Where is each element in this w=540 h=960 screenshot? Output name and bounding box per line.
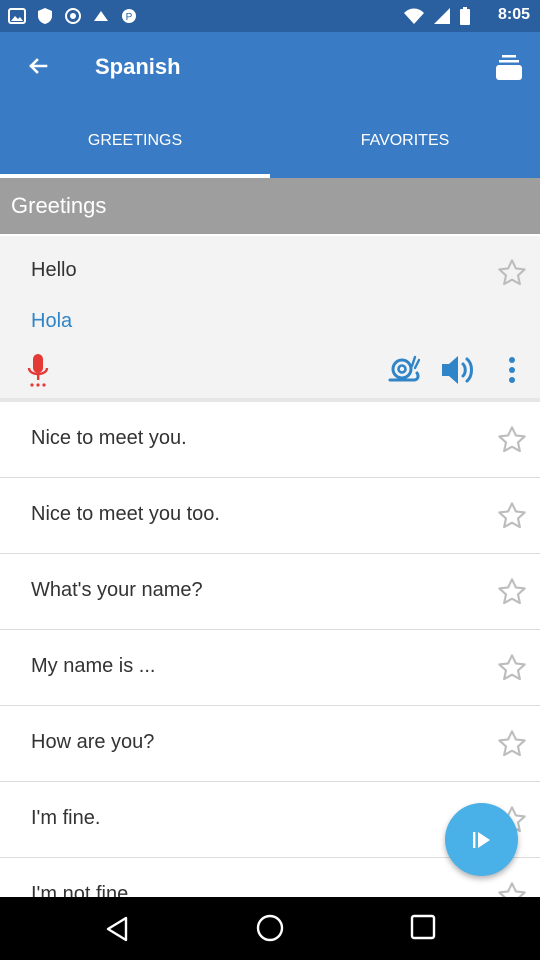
translation-text: Hola	[31, 310, 73, 332]
star-outline-icon[interactable]	[496, 424, 528, 456]
phrase-text: Hello	[31, 259, 77, 281]
snail-icon[interactable]	[388, 354, 420, 384]
svg-text:P: P	[126, 12, 133, 23]
star-outline-icon[interactable]	[496, 728, 528, 760]
page-title: Spanish	[95, 54, 181, 79]
clock: 8:05	[497, 6, 530, 23]
cell-signal-icon	[434, 8, 450, 24]
tab-greetings[interactable]: GREETINGS	[0, 128, 270, 178]
location-notification-icon: P	[122, 9, 136, 23]
microphone-icon[interactable]	[26, 354, 50, 388]
image-notification-icon	[8, 8, 26, 24]
star-outline-icon[interactable]	[496, 257, 528, 289]
list-item[interactable]: How are you?	[0, 706, 540, 782]
signal-notification-icon	[94, 11, 108, 21]
list-item[interactable]: My name is ...	[0, 630, 540, 706]
star-outline-icon[interactable]	[496, 500, 528, 532]
list-item[interactable]: Nice to meet you.	[0, 402, 540, 478]
shield-notification-icon	[38, 8, 52, 24]
system-nav-bar	[0, 897, 540, 960]
expanded-phrase-card[interactable]: Hello Hola	[0, 236, 540, 398]
tab-bar: GREETINGS FAVORITES	[0, 128, 540, 178]
nav-home-icon[interactable]	[255, 913, 285, 943]
speaker-icon[interactable]	[440, 352, 478, 388]
play-all-button[interactable]	[445, 803, 518, 876]
phrase-text: Nice to meet you.	[31, 427, 187, 449]
star-outline-icon[interactable]	[496, 652, 528, 684]
notification-icons: P	[8, 7, 138, 25]
system-icons	[404, 7, 470, 25]
more-vertical-icon[interactable]	[505, 356, 519, 384]
nav-recent-apps-icon[interactable]	[410, 914, 436, 940]
list-item[interactable]: What's your name?	[0, 554, 540, 630]
battery-icon	[460, 7, 470, 25]
app-bar: Spanish GREETINGS FAVORITES	[0, 32, 540, 178]
phrase-text: My name is ...	[31, 655, 156, 677]
list-item[interactable]: Nice to meet you too.	[0, 478, 540, 554]
section-title: Greetings	[11, 193, 107, 218]
arrow-left-icon[interactable]	[22, 52, 52, 82]
card-stack-icon[interactable]	[494, 52, 524, 82]
nav-back-icon[interactable]	[104, 915, 132, 943]
phrase-text: I'm fine.	[31, 807, 101, 829]
wifi-icon	[404, 8, 424, 24]
usb-notification-icon	[65, 8, 81, 24]
play-icon	[472, 831, 490, 848]
phrase-text: Nice to meet you too.	[31, 503, 220, 525]
star-outline-icon[interactable]	[496, 576, 528, 608]
status-bar: P 8:05	[0, 0, 540, 32]
section-header: Greetings	[0, 178, 540, 234]
tab-favorites[interactable]: FAVORITES	[270, 128, 540, 178]
phrase-text: What's your name?	[31, 579, 203, 601]
phrase-text: How are you?	[31, 731, 155, 753]
